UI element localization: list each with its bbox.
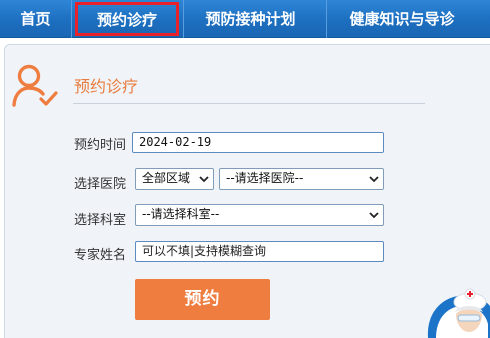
region-select[interactable]: 全部区域 bbox=[135, 168, 214, 190]
expert-name-input[interactable]: 可以不填|支持模糊查询 bbox=[135, 241, 384, 262]
nav-divider bbox=[71, 0, 72, 38]
department-select-value: --请选择科室-- bbox=[142, 207, 220, 221]
top-navbar: 首页 预约诊疗 预防接种计划 健康知识与导诊 bbox=[0, 0, 490, 38]
chevron-down-icon bbox=[369, 176, 379, 183]
nav-vaccination-plan[interactable]: 预防接种计划 bbox=[184, 0, 317, 38]
appointment-panel: 预约诊疗 预约时间 2024-02-19 选择医院 全部区域 --请选择医院--… bbox=[4, 44, 490, 338]
chevron-down-icon bbox=[199, 176, 209, 183]
panel-title: 预约诊疗 bbox=[74, 77, 139, 96]
hospital-select[interactable]: --请选择医院-- bbox=[219, 168, 384, 190]
submit-appointment-button[interactable]: 预约 bbox=[135, 279, 270, 320]
department-select[interactable]: --请选择科室-- bbox=[135, 204, 384, 226]
nav-health-knowledge[interactable]: 健康知识与导诊 bbox=[327, 0, 477, 38]
nav-appointment[interactable]: 预约诊疗 bbox=[75, 2, 179, 36]
doctor-illustration bbox=[427, 288, 490, 338]
chevron-down-icon bbox=[369, 212, 379, 219]
appointment-date-input[interactable]: 2024-02-19 bbox=[132, 132, 384, 153]
hospital-label: 选择医院 bbox=[74, 177, 127, 192]
region-select-value: 全部区域 bbox=[142, 171, 191, 185]
user-check-icon bbox=[12, 64, 58, 107]
expert-label: 专家姓名 bbox=[74, 248, 127, 263]
nav-home[interactable]: 首页 bbox=[0, 0, 71, 38]
department-label: 选择科室 bbox=[74, 213, 127, 228]
time-label: 预约时间 bbox=[74, 138, 127, 153]
title-divider bbox=[73, 103, 425, 104]
hospital-select-value: --请选择医院-- bbox=[226, 171, 304, 185]
